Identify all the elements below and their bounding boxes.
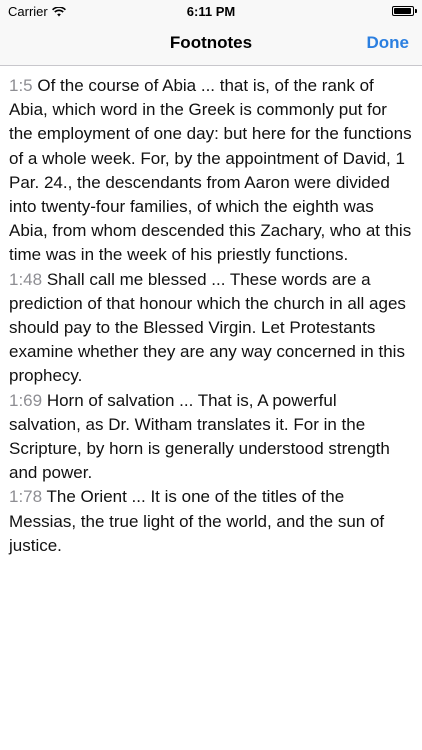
footnote-text: Horn of salvation ... That is, A powerfu… (9, 390, 390, 483)
battery-icon (392, 6, 417, 16)
status-time: 6:11 PM (186, 4, 236, 19)
footnote-item: 1:69 Horn of salvation ... That is, A po… (9, 389, 413, 486)
status-bar: Carrier 6:11 PM (0, 0, 422, 22)
footnote-text: Shall call me blessed ... These words ar… (9, 269, 406, 386)
footnote-reference: 1:48 (9, 269, 43, 289)
footnote-reference: 1:78 (9, 487, 43, 507)
footnote-reference: 1:5 (9, 76, 33, 95)
footnote-item: 1:5 Of the course of Abia ... that is, o… (9, 74, 413, 268)
footnote-text: Of the course of Abia ... that is, of th… (9, 76, 412, 265)
done-button[interactable]: Done (367, 33, 410, 53)
footnote-item: 1:48 Shall call me blessed ... These wor… (9, 268, 413, 389)
footnotes-list: 1:5 Of the course of Abia ... that is, o… (9, 74, 413, 558)
footnote-reference: 1:69 (9, 390, 43, 410)
navigation-bar: Footnotes Done (0, 22, 422, 66)
footnote-item: 1:78 The Orient ... It is one of the tit… (9, 485, 413, 558)
page-title: Footnotes (169, 33, 253, 52)
footnote-text: The Orient ... It is one of the titles o… (9, 487, 385, 555)
screen: Carrier 6:11 PM Footnotes Done 1:5 Of th… (0, 0, 422, 750)
